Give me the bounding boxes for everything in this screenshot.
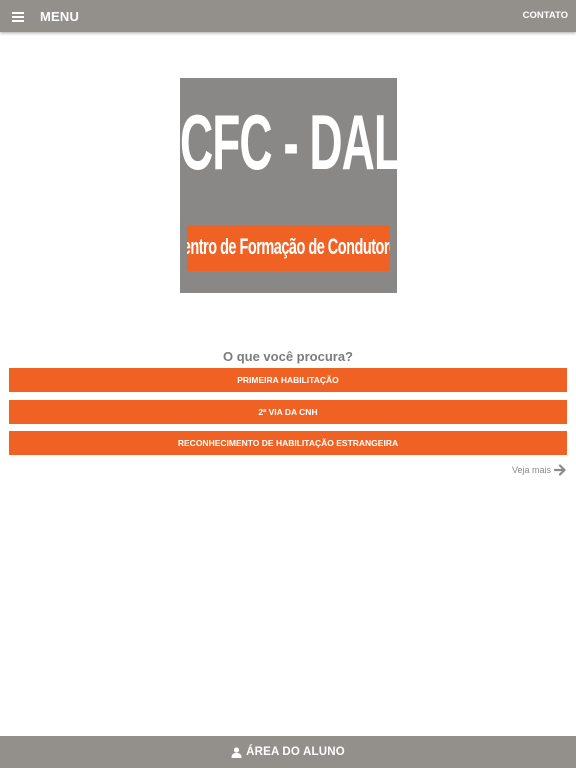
menu-button[interactable]: MENU <box>12 0 79 32</box>
see-more-link[interactable]: Veja mais <box>512 463 567 477</box>
logo-subtitle: Centro de Formação de Condutores <box>187 236 390 260</box>
primeira-habilitacao-button[interactable]: PRIMEIRA HABILITAÇÃO <box>9 368 567 392</box>
segunda-via-cnh-button[interactable]: 2ª VIA DA CNH <box>9 400 567 424</box>
top-bar: MENU CONTATO <box>0 0 576 32</box>
reconhecimento-habilitacao-button[interactable]: RECONHECIMENTO DE HABILITAÇÃO ESTRANGEIR… <box>9 431 567 455</box>
hamburger-icon <box>12 11 24 22</box>
menu-label: MENU <box>40 8 80 24</box>
see-more-label: Veja mais <box>511 465 551 475</box>
cfc-logo: CFC - DAL PONTE Centro de Formação de Co… <box>180 78 566 293</box>
search-question: O que você procura? <box>222 349 354 364</box>
logo-title: CFC - DAL PONTE <box>180 97 566 187</box>
contact-link[interactable]: CONTATO <box>523 0 568 32</box>
logo-subtitle-banner: Centro de Formação de Condutores <box>187 225 390 271</box>
student-area-button[interactable]: ÁREA DO ALUNO <box>0 736 576 768</box>
user-icon <box>231 746 242 758</box>
student-area-label: ÁREA DO ALUNO <box>246 746 345 758</box>
arrow-right-icon <box>554 464 566 476</box>
